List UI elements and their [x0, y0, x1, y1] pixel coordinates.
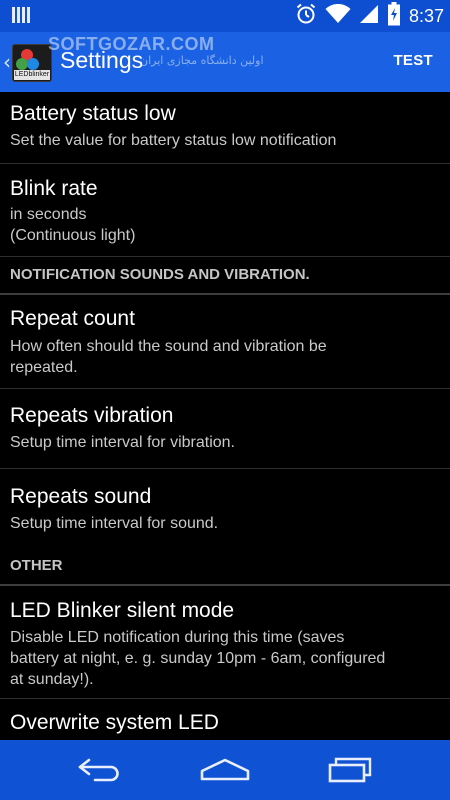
recent-apps-icon[interactable] — [320, 750, 380, 790]
home-icon[interactable] — [195, 750, 255, 790]
clock-time: 8:37 — [408, 5, 444, 26]
category-notification-sounds: NOTIFICATION SOUNDS AND VIBRATION. — [0, 257, 450, 295]
pref-repeats-sound[interactable]: Repeats sound Setup time interval for so… — [0, 469, 450, 550]
status-icons: 8:37 — [295, 2, 444, 30]
battery-icon — [387, 2, 401, 30]
pref-summary: Setup time interval for vibration. — [10, 434, 235, 451]
pref-summary: How often should the sound and vibration… — [10, 338, 327, 355]
pref-summary: in seconds — [10, 206, 87, 223]
back-icon[interactable] — [70, 750, 130, 790]
watermark-subtitle: اولین دانشگاه مجازی ایران — [140, 54, 264, 67]
app-icon-label: LEDblinker — [14, 70, 50, 80]
pref-repeats-vibration[interactable]: Repeats vibration Setup time interval fo… — [0, 389, 450, 469]
blue-led-dot — [27, 58, 39, 70]
pref-title: Battery status low — [10, 102, 176, 125]
pref-overwrite-system-led[interactable]: Overwrite system LED — [0, 699, 450, 740]
pref-title: Blink rate — [10, 177, 98, 200]
status-bar: 8:37 — [0, 0, 450, 32]
notification-bars-icon — [12, 7, 32, 25]
pref-title: LED Blinker silent mode — [10, 599, 235, 622]
signal-icon — [359, 4, 379, 28]
pref-silent-mode[interactable]: LED Blinker silent mode Disable LED noti… — [0, 586, 450, 699]
pref-summary: Setup time interval for sound. — [10, 515, 219, 532]
page-title: Settings — [60, 47, 144, 73]
pref-title: Repeats vibration — [10, 404, 174, 427]
action-bar: ‹ LEDblinker SOFTGOZAR.COM اولین دانشگاه… — [0, 32, 450, 92]
category-label: OTHER — [10, 557, 63, 574]
pref-blink-rate[interactable]: Blink rate in seconds (Continuous light) — [0, 164, 450, 257]
pref-title: Overwrite system LED — [10, 711, 219, 734]
pref-summary: Disable LED notification during this tim… — [10, 629, 345, 646]
pref-summary: at sunday!). — [10, 671, 94, 688]
pref-summary: repeated. — [10, 359, 78, 376]
alarm-icon — [295, 3, 317, 29]
wifi-icon — [325, 3, 351, 28]
pref-summary: battery at night, e. g. sunday 10pm - 6a… — [10, 650, 386, 667]
app-icon[interactable]: LEDblinker — [12, 44, 52, 82]
category-label: NOTIFICATION SOUNDS AND VIBRATION. — [10, 266, 310, 283]
pref-repeat-count[interactable]: Repeat count How often should the sound … — [0, 295, 450, 389]
pref-summary: Set the value for battery status low not… — [10, 132, 337, 149]
navigation-bar — [0, 740, 450, 800]
pref-summary: (Continuous light) — [10, 227, 136, 244]
up-navigation-icon[interactable]: ‹ — [3, 50, 11, 74]
category-other: OTHER — [0, 550, 450, 586]
pref-battery-status-low[interactable]: Battery status low Set the value for bat… — [0, 92, 450, 164]
pref-title: Repeat count — [10, 307, 135, 330]
preference-list[interactable]: Battery status low Set the value for bat… — [0, 92, 450, 740]
pref-title: Repeats sound — [10, 485, 152, 508]
test-button[interactable]: TEST — [393, 52, 433, 69]
